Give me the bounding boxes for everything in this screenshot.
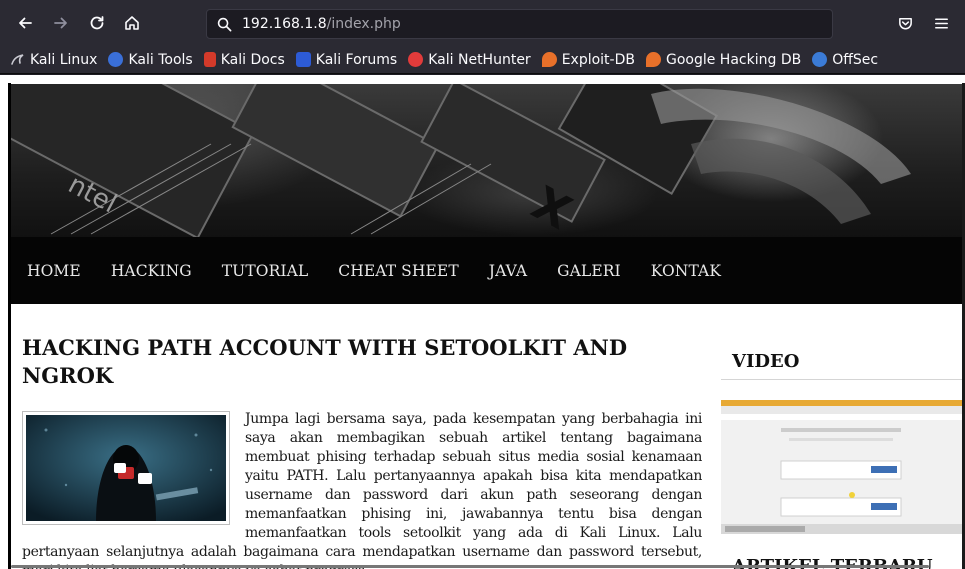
bookmark-offsec[interactable]: OffSec xyxy=(812,52,878,68)
nav-tutorial[interactable]: TUTORIAL xyxy=(222,262,309,280)
search-icon xyxy=(217,17,232,31)
bookmark-kali-tools[interactable]: Kali Tools xyxy=(108,51,193,68)
exploit-db-icon xyxy=(541,52,557,67)
bookmark-exploit-db[interactable]: Exploit-DB xyxy=(541,51,635,68)
nav-hacking[interactable]: HACKING xyxy=(111,262,192,280)
sidebar-video-thumbnail[interactable] xyxy=(721,400,962,534)
bookmark-label: Kali Docs xyxy=(220,51,285,68)
hamburger-menu-icon[interactable] xyxy=(931,13,951,33)
kali-docs-icon xyxy=(203,52,216,67)
nav-kontak[interactable]: KONTAK xyxy=(651,262,721,280)
nav-home[interactable]: HOME xyxy=(27,262,81,280)
main-navigation: HOME HACKING TUTORIAL CHEAT SHEET JAVA G… xyxy=(11,237,962,304)
hacker-image-icon xyxy=(26,415,226,521)
nav-galeri[interactable]: GALERI xyxy=(557,262,621,280)
reload-icon[interactable] xyxy=(86,12,108,34)
kali-tools-icon xyxy=(108,52,124,67)
ghdb-icon xyxy=(645,52,661,67)
bookmark-kali-nethunter[interactable]: Kali NetHunter xyxy=(408,51,531,68)
url-bar[interactable]: 192.168.1.8/index.php xyxy=(206,9,833,39)
url-path: /index.php xyxy=(326,16,401,32)
bookmark-kali-linux[interactable]: Kali Linux xyxy=(10,52,97,68)
bookmark-label: OffSec xyxy=(832,51,879,68)
article-title[interactable]: HACKING PATH ACCOUNT WITH SETOOLKIT AND … xyxy=(22,334,702,390)
bookmark-label: Kali NetHunter xyxy=(428,51,531,68)
sidebar: VIDEO ARTIKEL TERBARU xyxy=(721,351,962,569)
bookmark-label: Google Hacking DB xyxy=(665,51,802,68)
header-banner-image: X ntel xyxy=(11,84,962,237)
bookmark-kali-forums[interactable]: Kali Forums xyxy=(295,51,398,68)
nav-java[interactable]: JAVA xyxy=(489,262,527,280)
bookmark-google-hacking-db[interactable]: Google Hacking DB xyxy=(645,51,802,68)
article: HACKING PATH ACCOUNT WITH SETOOLKIT AND … xyxy=(22,334,702,569)
offsec-icon xyxy=(812,52,828,67)
bookmark-label: Kali Linux xyxy=(30,51,98,68)
url-text: 192.168.1.8/index.php xyxy=(242,16,401,32)
sidebar-video-title: VIDEO xyxy=(721,351,962,380)
bookmarks-toolbar: Kali Linux Kali Tools Kali Docs Kali For… xyxy=(0,46,965,74)
kali-dragon-icon xyxy=(10,52,25,67)
forward-arrow-icon[interactable] xyxy=(50,12,72,34)
bookmark-label: Kali Forums xyxy=(315,51,398,68)
kali-forums-icon xyxy=(295,52,311,67)
nethunter-icon xyxy=(408,52,424,67)
page-viewport: X ntel HOME HACKING TUTORIAL CHEAT SHEET… xyxy=(0,75,965,569)
bookmark-kali-docs[interactable]: Kali Docs xyxy=(203,51,285,68)
article-thumbnail[interactable] xyxy=(22,411,230,525)
url-host: 192.168.1.8 xyxy=(242,16,327,32)
pocket-icon[interactable] xyxy=(895,13,915,33)
bookmark-label: Exploit-DB xyxy=(561,51,635,68)
browser-toolbar: 192.168.1.8/index.php xyxy=(0,0,965,46)
home-icon[interactable] xyxy=(121,12,143,34)
horizontal-scrollbar[interactable] xyxy=(11,565,929,568)
bookmark-label: Kali Tools xyxy=(128,51,193,68)
nav-cheat-sheet[interactable]: CHEAT SHEET xyxy=(338,262,459,280)
back-arrow-icon[interactable] xyxy=(14,12,36,34)
